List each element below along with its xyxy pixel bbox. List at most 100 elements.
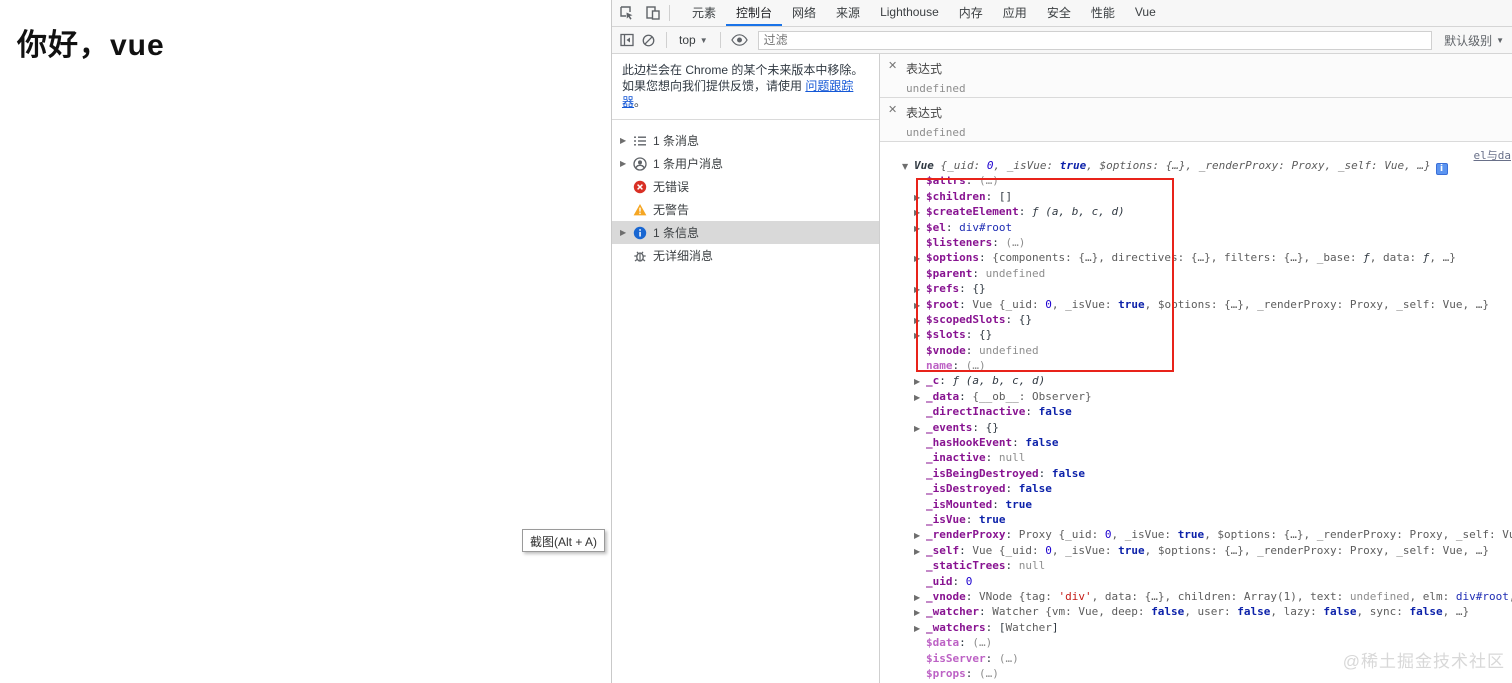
console-property-row: ▶ _watchers: [Watcher] [902, 620, 1512, 635]
expand-arrow-icon[interactable]: ▶ [914, 190, 926, 205]
clear-console-icon[interactable] [641, 33, 656, 48]
console-filter-input[interactable] [757, 30, 1433, 50]
expand-arrow-icon[interactable]: ▶ [914, 298, 926, 313]
browser-viewport: 你好，vue 截图(Alt + A) [0, 0, 611, 683]
value-text: : [965, 174, 979, 188]
console-property-row: $vnode: undefined [902, 343, 1512, 358]
log-levels-select[interactable]: 默认级别 ▼ [1438, 32, 1506, 49]
value-text: : [965, 343, 979, 357]
collapse-arrow-icon[interactable]: ▼ [902, 159, 914, 174]
value-text: : [985, 451, 999, 465]
muted-value: null [1018, 559, 1046, 573]
console-property-row: ▶ $children: [] [902, 189, 1512, 204]
console-property-row: _hasHookEvent: false [902, 435, 1512, 450]
muted-value: null [998, 451, 1026, 465]
property-name: _staticTrees [926, 559, 1006, 573]
devtools-tab[interactable]: 内存 [949, 0, 993, 26]
expand-arrow-icon[interactable]: ▶ [914, 221, 926, 236]
source-file-link[interactable]: el与da [1474, 147, 1512, 163]
console-property-row: _directInactive: false [902, 404, 1512, 419]
console-property-row: _uid: 0 [902, 574, 1512, 589]
property-name: _isDestroyed [926, 482, 1006, 496]
expand-arrow-icon[interactable]: ▶ [914, 621, 926, 636]
expand-arrow-icon[interactable]: ▶ [914, 590, 926, 605]
value-text: : [952, 574, 966, 588]
devtools-tab[interactable]: Lighthouse [870, 0, 949, 26]
live-expression[interactable]: ✕ 表达式 undefined [880, 54, 1512, 98]
javascript-context-select[interactable]: top ▼ [677, 33, 710, 47]
object-preview: , $options: {…}, _renderProxy: Proxy, _s… [1144, 297, 1489, 311]
expand-arrow-icon[interactable]: ▶ [914, 328, 926, 343]
console-property-row: name: (…) [902, 358, 1512, 373]
console-property-row: ▶ _self: Vue {_uid: 0, _isVue: true, $opt… [902, 543, 1512, 558]
value-text: {} [1018, 312, 1032, 326]
error-icon [633, 180, 647, 194]
expand-arrow-icon[interactable]: ▶ [914, 544, 926, 559]
boolean-value: true [979, 512, 1006, 526]
console-property-row: ▶ _watcher: Watcher {vm: Vue, deep: false… [902, 604, 1512, 619]
property-name: _data [926, 389, 960, 403]
console-property-row: _isMounted: true [902, 497, 1512, 512]
devtools-tab[interactable]: 网络 [782, 0, 826, 26]
expand-arrow-icon[interactable]: ▶ [914, 421, 926, 436]
sidebar-item-label: 无错误 [653, 180, 690, 194]
expand-arrow-icon[interactable]: ▶ [914, 282, 926, 297]
expand-arrow-icon[interactable]: ▶ [914, 374, 926, 389]
expand-arrow-icon[interactable]: ▶ [620, 228, 631, 237]
toggle-console-sidebar-icon[interactable] [619, 32, 635, 48]
sidebar-item[interactable]: 无详细消息 [612, 244, 879, 267]
expand-arrow-icon[interactable]: ▶ [914, 313, 926, 328]
console-property-row: ▶ $slots: {} [902, 327, 1512, 342]
object-preview: , …} [1442, 605, 1470, 619]
close-icon[interactable]: ✕ [888, 61, 897, 72]
console-property-row: ▶ _vnode: VNode {tag: 'div', data: {…}, c… [902, 589, 1512, 604]
object-preview: {_uid: [940, 159, 987, 172]
page-title: 你好，vue [17, 29, 165, 62]
value-text: : [1005, 482, 1019, 496]
value-text: : [1018, 205, 1032, 219]
toggle-device-toolbar-icon[interactable] [645, 5, 661, 21]
devtools-tab[interactable]: 控制台 [726, 0, 783, 26]
property-name: $el [926, 220, 946, 234]
sidebar-item[interactable]: ▶ 1 条消息 [612, 129, 879, 152]
info-icon [633, 226, 647, 240]
expand-arrow-icon[interactable]: ▶ [914, 528, 926, 543]
value-text: : [992, 497, 1006, 511]
value-text: {} [972, 282, 986, 296]
devtools-tab[interactable]: 元素 [682, 0, 726, 26]
object-tree: ▼ Vue {_uid: 0, _isVue: true, $options: {… [902, 158, 1512, 681]
sidebar-item[interactable]: 无警告 [612, 198, 879, 221]
getter-property-name: $data [926, 636, 960, 650]
devtools-tab[interactable]: 应用 [993, 0, 1037, 26]
muted-value: undefined [1349, 589, 1410, 603]
devtools-tab[interactable]: 来源 [826, 0, 870, 26]
close-icon[interactable]: ✕ [888, 105, 897, 116]
live-expression[interactable]: ✕ 表达式 undefined [880, 98, 1512, 142]
console-messages-pane: ✕ 表达式 undefined ✕ 表达式 undefined el与da ▼ Vue {_… [880, 54, 1512, 683]
value-text: : [972, 420, 986, 434]
inspect-element-icon[interactable] [619, 5, 635, 21]
property-name: _isMounted [926, 497, 993, 511]
devtools-tab[interactable]: 性能 [1081, 0, 1125, 26]
sidebar-filter-list: ▶ 1 条消息 ▶ 1 条用户消息无错误无警告 ▶ 1 条信息 无详细消息 [612, 120, 879, 267]
value-text: : [992, 235, 1006, 249]
expand-arrow-icon[interactable]: ▶ [914, 251, 926, 266]
sidebar-item[interactable]: ▶ 1 条用户消息 [612, 152, 879, 175]
devtools-tab[interactable]: 安全 [1037, 0, 1081, 26]
expand-arrow-icon[interactable]: ▶ [620, 159, 631, 168]
console-property-row: _isVue: true [902, 512, 1512, 527]
sidebar-item[interactable]: ▶ 1 条信息 [612, 221, 879, 244]
expand-arrow-icon[interactable]: ▶ [914, 390, 926, 405]
sidebar-item[interactable]: 无错误 [612, 175, 879, 198]
number-value: 0 [1045, 297, 1052, 311]
devtools-tab[interactable]: Vue [1125, 0, 1166, 26]
chevron-down-icon: ▼ [699, 35, 708, 45]
property-name: _uid [926, 574, 953, 588]
expand-arrow-icon[interactable]: ▶ [914, 205, 926, 220]
list-icon [633, 134, 647, 148]
create-live-expression-icon[interactable] [730, 34, 748, 46]
property-name: _watcher [926, 605, 979, 619]
sidebar-item-label: 无警告 [653, 203, 690, 217]
expand-arrow-icon[interactable]: ▶ [620, 136, 631, 145]
expand-arrow-icon[interactable]: ▶ [914, 605, 926, 620]
